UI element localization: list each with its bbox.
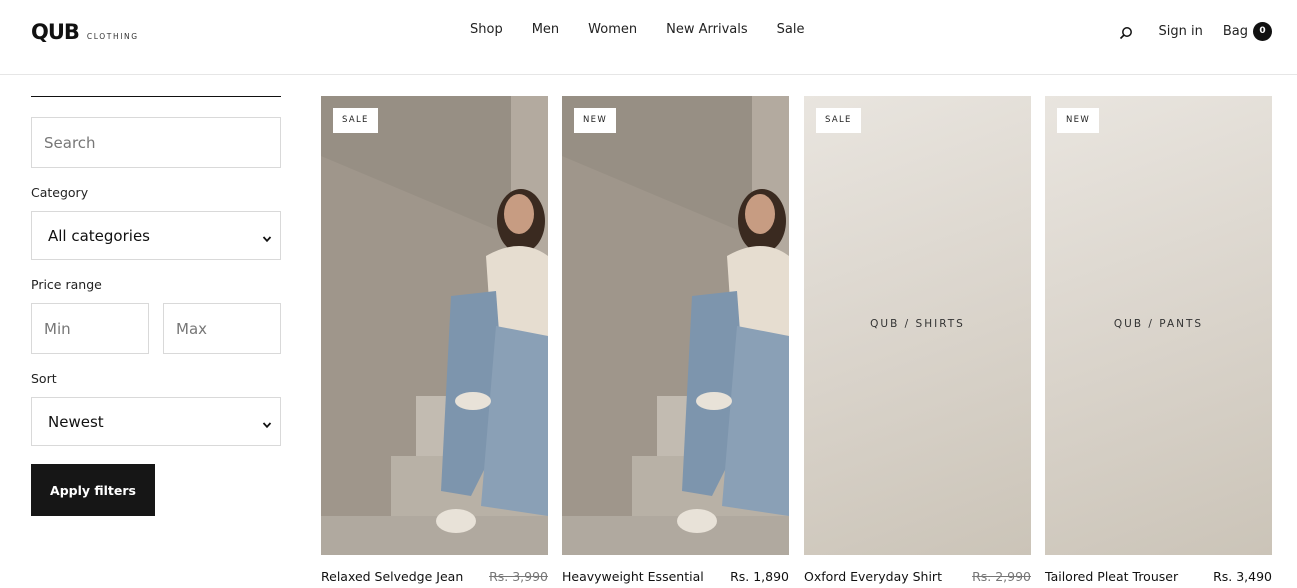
sidebar-divider: [31, 96, 281, 97]
product-badge: SALE: [333, 108, 378, 133]
product-image[interactable]: SALE: [321, 96, 548, 555]
product-card[interactable]: SALE QUB / SHIRTS Oxford Everyday Shirt …: [804, 96, 1031, 588]
product-image[interactable]: NEW QUB / PANTS: [1045, 96, 1272, 555]
product-price: Rs. 3,490: [1209, 569, 1272, 584]
product-info: Relaxed Selvedge Jean Rs. 3,990: [321, 569, 548, 588]
bag-label: Bag: [1222, 24, 1248, 39]
price-max-input[interactable]: [163, 303, 281, 354]
image-placeholder-label: QUB / PANTS: [1113, 318, 1204, 330]
product-price: Rs. 1,890: [726, 569, 789, 584]
nav-item-men[interactable]: Men: [532, 22, 559, 37]
product-price: Rs. 3,990: [485, 569, 548, 584]
category-select-value: All categories: [48, 226, 150, 245]
product-name[interactable]: Relaxed Selvedge Jean: [321, 569, 463, 584]
product-badge: NEW: [1057, 108, 1100, 133]
sort-select-value: Newest: [48, 412, 104, 431]
search-input[interactable]: [31, 117, 281, 168]
product-name[interactable]: Tailored Pleat Trouser: [1045, 569, 1178, 584]
product-info: Heavyweight Essential Rs. 1,890: [562, 569, 789, 588]
search-icon[interactable]: [1119, 26, 1135, 42]
chevron-down-icon: [262, 230, 272, 243]
sort-select[interactable]: Newest: [31, 397, 281, 446]
image-placeholder-label: QUB / SHIRTS: [870, 318, 965, 330]
product-image[interactable]: SALE QUB / SHIRTS: [804, 96, 1031, 555]
product-badge: SALE: [816, 108, 861, 133]
brand-name: QUB: [31, 20, 80, 44]
product-image[interactable]: NEW: [562, 96, 789, 555]
price-min-input[interactable]: [31, 303, 149, 354]
brand-tagline: CLOTHING: [86, 32, 139, 41]
sort-label: Sort: [31, 371, 57, 386]
product-card[interactable]: SALE Relaxed Selvedge Jean Rs. 3,990: [321, 96, 548, 588]
nav-item-new-arrivals[interactable]: New Arrivals: [666, 22, 748, 37]
category-select[interactable]: All categories: [31, 211, 281, 260]
main-nav: Shop Men Women New Arrivals Sale: [470, 22, 833, 37]
nav-item-women[interactable]: Women: [588, 22, 637, 37]
product-price: Rs. 2,990: [968, 569, 1031, 584]
site-header: QUB CLOTHING Shop Men Women New Arrivals…: [0, 0, 1297, 75]
product-card[interactable]: NEW QUB / PANTS Tailored Pleat Trouser R…: [1045, 96, 1272, 588]
product-card[interactable]: NEW Heavyweight Essential Rs. 1,890: [562, 96, 789, 588]
bag-button[interactable]: Bag 0: [1223, 22, 1272, 41]
product-name[interactable]: Oxford Everyday Shirt: [804, 569, 942, 584]
product-info: Tailored Pleat Trouser Rs. 3,490: [1045, 569, 1272, 588]
header-actions: Sign in Bag 0: [1119, 22, 1272, 41]
apply-filters-button[interactable]: Apply filters: [31, 464, 155, 516]
chevron-down-icon: [262, 416, 272, 429]
price-range-label: Price range: [31, 277, 102, 292]
product-name[interactable]: Heavyweight Essential: [562, 569, 704, 584]
brand-logo[interactable]: QUB CLOTHING: [31, 20, 139, 44]
bag-count-badge: 0: [1253, 22, 1272, 41]
category-label: Category: [31, 185, 89, 200]
product-info: Oxford Everyday Shirt Rs. 2,990: [804, 569, 1031, 588]
sign-in-link[interactable]: Sign in: [1159, 24, 1203, 39]
product-badge: NEW: [574, 108, 617, 133]
nav-item-shop[interactable]: Shop: [470, 22, 503, 37]
filter-sidebar: Category All categories Price range Sort…: [31, 96, 281, 516]
nav-item-sale[interactable]: Sale: [777, 22, 805, 37]
